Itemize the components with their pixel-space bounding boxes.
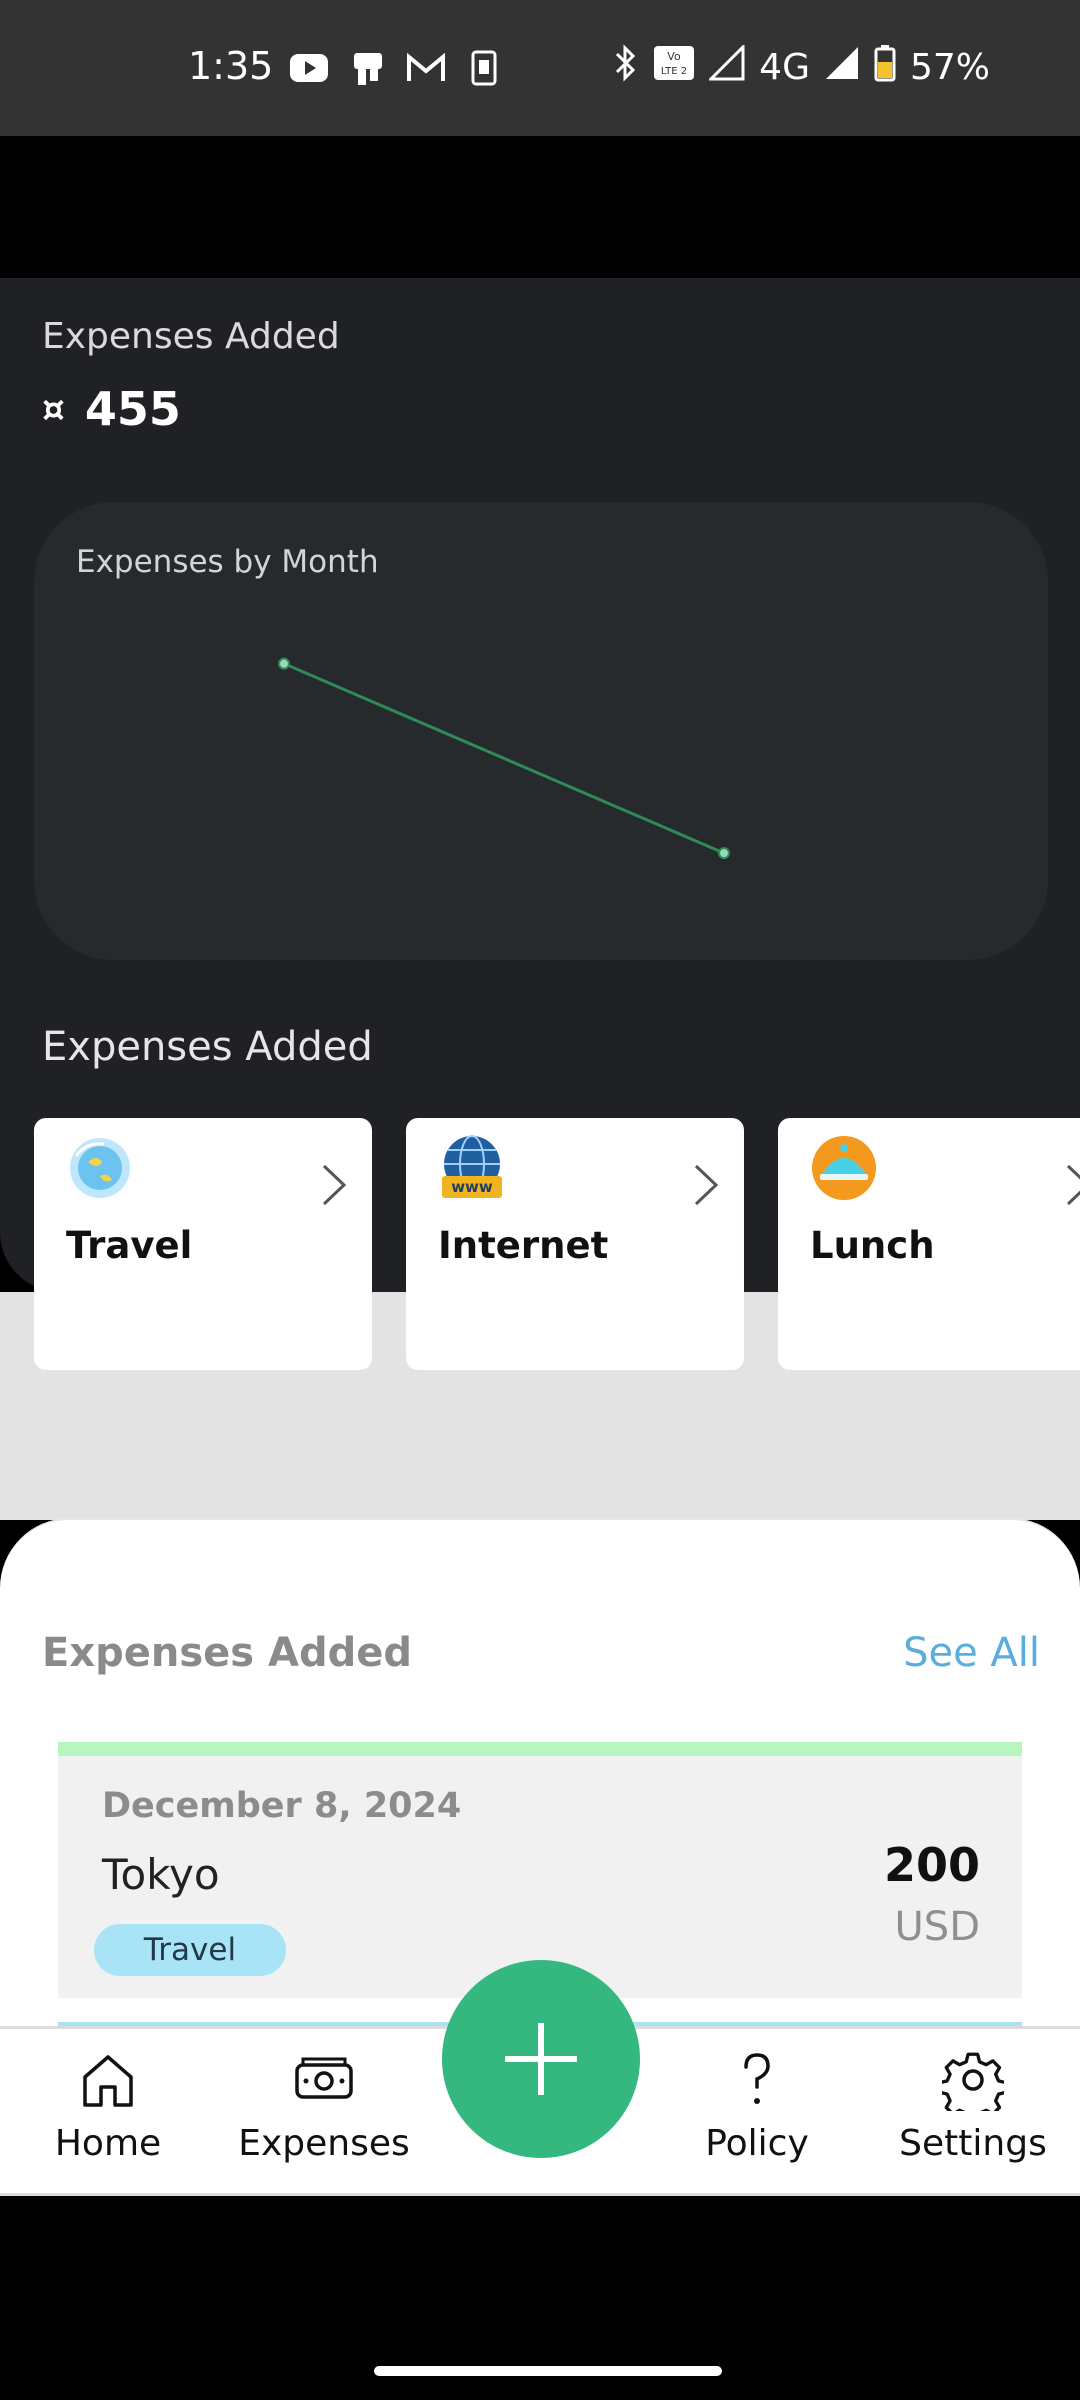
currency-sign: ¤	[42, 388, 65, 430]
expenses-line-chart	[278, 657, 730, 860]
data-point-0	[278, 657, 290, 670]
category-label: Internet	[438, 1224, 609, 1267]
chevron-right-icon	[694, 1164, 719, 1206]
nav-settings-label: Settings	[899, 2123, 1047, 2164]
question-mark-icon	[744, 2053, 770, 2104]
youtube-icon	[288, 48, 330, 88]
nav-home-label: Home	[54, 2123, 162, 2164]
category-label: Travel	[66, 1224, 193, 1267]
signal-icon	[707, 43, 745, 90]
nav-home[interactable]: Home	[8, 2049, 208, 2179]
plus-icon	[505, 2023, 577, 2095]
lunch-icon	[812, 1136, 876, 1200]
internet-icon: www	[442, 1135, 502, 1198]
nav-expenses-label: Expenses	[238, 2123, 410, 2164]
nav-policy[interactable]: Policy	[657, 2049, 857, 2179]
expense-accent-bar	[58, 1742, 1022, 1756]
series-line-0	[283, 662, 725, 855]
expense-currency: USD	[894, 1904, 980, 1950]
recent-expenses-sheet: Expenses Added See All December 8, 2024 …	[0, 1518, 1080, 2026]
network-type: 4G	[759, 47, 810, 88]
money-icon	[295, 2057, 353, 2099]
expense-category-tag: Travel	[94, 1924, 286, 1976]
category-card-lunch[interactable]: Lunch	[778, 1118, 1080, 1370]
svg-text:LTE 2: LTE 2	[661, 66, 687, 77]
summary-amount: ¤ 455	[42, 382, 181, 436]
expense-name: Tokyo	[102, 1850, 220, 1899]
see-all-link[interactable]: See All	[903, 1630, 1040, 1676]
store-icon	[348, 48, 388, 88]
status-indicators: Vo LTE 2 4G 57%	[613, 43, 990, 91]
volte-icon: Vo LTE 2	[653, 45, 695, 90]
expense-date: December 8, 2024	[102, 1786, 462, 1826]
sim-icon	[468, 48, 500, 88]
gear-icon	[942, 2052, 1004, 2111]
svg-text:www: www	[451, 1178, 493, 1196]
home-indicator	[374, 2366, 722, 2376]
nav-expenses[interactable]: Expenses	[224, 2049, 424, 2179]
status-time: 1:35	[188, 44, 274, 88]
category-label: Lunch	[810, 1224, 935, 1267]
battery-percent: 57%	[909, 47, 990, 88]
data-point-1	[718, 847, 730, 860]
category-card-internet[interactable]: www Internet	[406, 1118, 744, 1370]
signal-icon-2	[824, 45, 860, 90]
chevron-right-icon	[1066, 1164, 1080, 1206]
travel-icon	[70, 1138, 130, 1198]
bluetooth-icon	[613, 44, 639, 91]
status-bar: 1:35 Vo LTE 2 4G 57%	[0, 0, 1080, 136]
home-icon	[83, 2055, 133, 2107]
svg-text:Vo: Vo	[667, 50, 681, 63]
nav-settings[interactable]: Settings	[873, 2049, 1073, 2179]
expenses-chart-card: Expenses by Month	[34, 502, 1048, 960]
summary-total: 455	[84, 382, 181, 436]
add-expense-button[interactable]	[442, 1960, 640, 2158]
expense-amount: 200	[883, 1838, 980, 1892]
gmail-icon	[404, 48, 448, 88]
recent-title: Expenses Added	[42, 1630, 413, 1676]
categories-title: Expenses Added	[42, 1024, 373, 1070]
chevron-right-icon	[322, 1164, 347, 1206]
nav-policy-label: Policy	[705, 2123, 809, 2164]
battery-icon	[874, 44, 896, 91]
top-spacer	[0, 136, 1080, 278]
category-card-travel[interactable]: Travel	[34, 1118, 372, 1370]
summary-label: Expenses Added	[42, 316, 340, 357]
